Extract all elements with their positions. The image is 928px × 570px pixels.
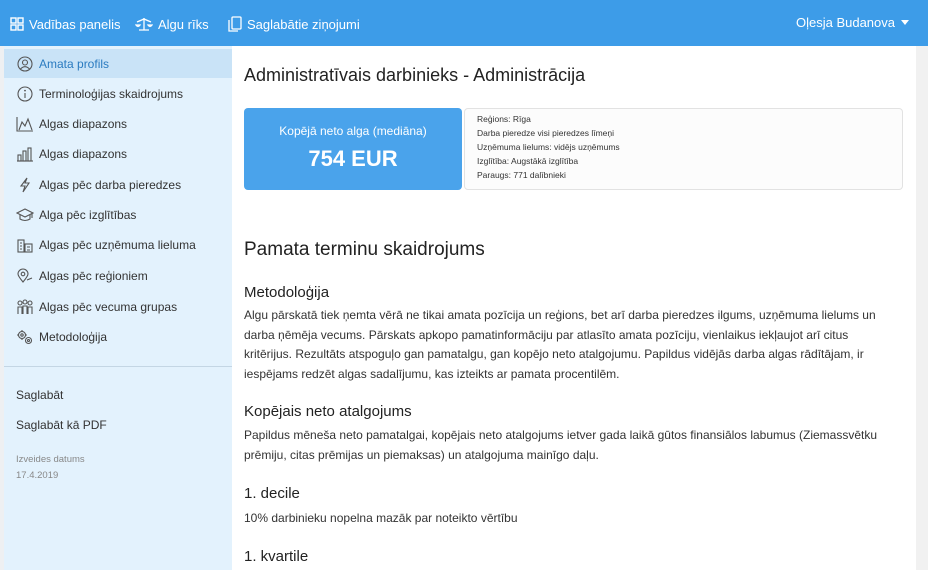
top-navigation-bar: Vadības panelis Algu rīks Saglabātie ziņ… <box>0 0 928 46</box>
salary-summary-card: Kopējā neto alga (mediāna) 754 EUR <box>244 108 462 190</box>
building-icon <box>16 236 34 254</box>
sidebar-item-label: Algas pēc reģioniem <box>39 268 148 283</box>
bar-chart-icon <box>16 145 34 163</box>
sidebar-item-salary-range-bar[interactable]: Algas diapazons <box>4 139 232 168</box>
sidebar-item-regions[interactable]: Algas pēc reģioniem <box>4 261 232 290</box>
user-name: Oļesja Budanova <box>795 15 895 30</box>
created-date-label: Izveides datums <box>16 454 85 465</box>
sidebar-item-job-profile[interactable]: Amata profils <box>4 49 232 78</box>
total-net-text: Papildus mēneša neto pamatalgai, kopējai… <box>244 428 878 462</box>
info-icon <box>16 85 34 103</box>
decile-text: 10% darbinieku nopelna mazāk par noteikt… <box>244 511 518 525</box>
sidebar-item-label: Algas diapazons <box>39 146 128 161</box>
sidebar-item-age-groups[interactable]: Algas pēc vecuma grupas <box>4 292 232 321</box>
nav-salary-tool-label: Algu rīks <box>158 16 209 32</box>
gears-icon <box>16 328 34 346</box>
sidebar-item-terminology[interactable]: Terminoloģijas skaidrojums <box>4 79 232 108</box>
sidebar-item-company-size[interactable]: Algas pēc uzņēmuma lieluma <box>4 230 232 259</box>
methodology-heading: Metodoloģija <box>244 284 330 301</box>
graduation-cap-icon <box>16 206 34 224</box>
main-content: Administratīvais darbinieks - Administrā… <box>232 46 916 570</box>
decile-heading: 1. decile <box>244 485 300 502</box>
sidebar-item-experience[interactable]: Algas pēc darba pieredzes <box>4 170 232 199</box>
grid-icon <box>10 17 24 31</box>
nav-saved-reports-label: Saglabātie ziņojumi <box>247 16 360 32</box>
nav-dashboard-label: Vadības panelis <box>29 16 121 32</box>
total-net-heading: Kopējais neto atalgojums <box>244 403 412 420</box>
created-date-value: 17.4.2019 <box>16 470 59 481</box>
nav-dashboard[interactable]: Vadības panelis <box>10 15 121 33</box>
chevron-down-icon <box>901 20 909 25</box>
sidebar-item-label: Metodoloģija <box>39 329 108 344</box>
sidebar-item-label: Algas pēc vecuma grupas <box>39 299 178 314</box>
user-menu[interactable]: Oļesja Budanova <box>796 15 909 30</box>
nav-saved-reports[interactable]: Saglabātie ziņojumi <box>228 15 360 33</box>
lightning-icon <box>16 176 34 194</box>
sidebar-item-label: Algas pēc uzņēmuma lieluma <box>39 237 196 252</box>
sidebar-divider <box>4 366 232 367</box>
sidebar-item-education[interactable]: Alga pēc izglītības <box>4 200 232 229</box>
area-chart-icon <box>16 115 34 133</box>
scale-icon <box>135 18 153 31</box>
info-region: Reģions: Rīga <box>477 114 531 124</box>
methodology-text: Algu pārskatā tiek ņemta vērā ne tikai a… <box>244 308 876 381</box>
section-title: Pamata terminu skaidrojums <box>244 239 485 260</box>
sidebar-item-label: Alga pēc izglītības <box>39 207 137 222</box>
sidebar-item-label: Algas pēc darba pieredzes <box>39 177 182 192</box>
nav-salary-tool[interactable]: Algu rīks <box>135 15 209 33</box>
info-company-size: Uzņēmuma lielums: vidējs uzņēmums <box>477 142 620 152</box>
save-link[interactable]: Saglabāt <box>16 388 63 402</box>
salary-value: 754 EUR <box>308 146 398 171</box>
sidebar-item-label: Algas diapazons <box>39 116 128 131</box>
save-pdf-link[interactable]: Saglabāt kā PDF <box>16 418 107 432</box>
sidebar-item-salary-range-area[interactable]: Algas diapazons <box>4 109 232 138</box>
user-circle-icon <box>16 55 34 73</box>
copy-icon <box>228 16 242 32</box>
sidebar-item-methodology[interactable]: Metodoloģija <box>4 322 232 351</box>
info-education: Izglītība: Augstākā izglītība <box>477 156 579 166</box>
sidebar-item-label: Amata profils <box>39 56 110 71</box>
page-title: Administratīvais darbinieks - Administrā… <box>244 65 586 85</box>
info-sample: Paraugs: 771 dalībnieki <box>477 170 566 180</box>
scrollbar-track[interactable] <box>916 46 928 570</box>
map-pin-icon <box>16 267 34 285</box>
people-icon <box>16 298 34 316</box>
sidebar-item-label: Terminoloģijas skaidrojums <box>39 86 184 101</box>
quartile-heading: 1. kvartile <box>244 548 309 565</box>
sidebar: Amata profils Terminoloģijas skaidrojums… <box>4 46 232 570</box>
salary-label: Kopējā neto alga (mediāna) <box>279 124 427 138</box>
filter-info-card: Reģions: Rīga Darba pieredze visi piered… <box>464 108 903 190</box>
info-experience: Darba pieredze visi pieredzes līmeņi <box>477 128 615 138</box>
